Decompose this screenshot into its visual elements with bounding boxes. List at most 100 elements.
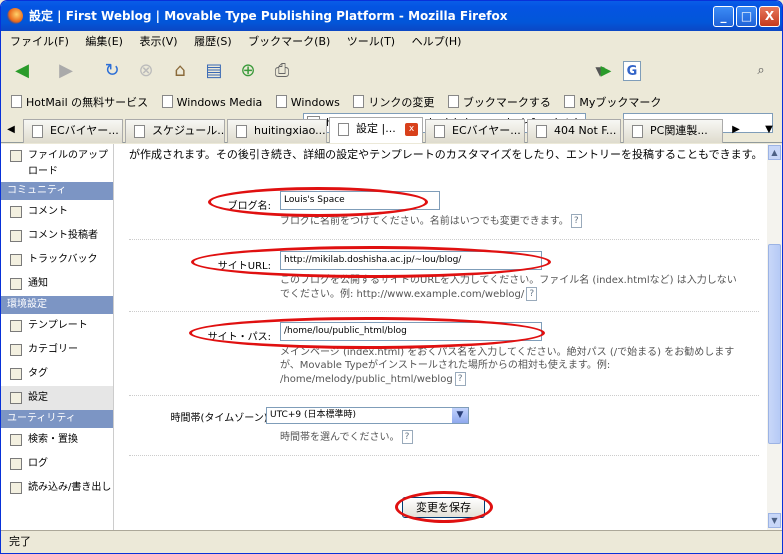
trackback-icon <box>10 254 22 266</box>
sidebar-section-utility: ユーティリティ <box>1 410 113 428</box>
search-engine-icon[interactable]: G <box>623 61 641 81</box>
page-icon <box>161 95 173 108</box>
reload-icon[interactable]: ↻ <box>99 58 125 84</box>
back-icon[interactable]: ◀ <box>9 58 35 84</box>
notify-icon <box>10 278 22 290</box>
bookmarks-toolbar: HotMail の無料サービス Windows Media Windows リン… <box>1 91 782 115</box>
help-icon[interactable]: ? <box>570 214 582 228</box>
status-text: 完了 <box>9 535 31 548</box>
upload-icon <box>10 150 22 162</box>
tag-icon <box>10 368 22 380</box>
tab[interactable]: 404 Not F... <box>527 119 621 143</box>
sidebar-item-search-replace[interactable]: 検索・置換 <box>1 428 113 452</box>
new-tab-icon[interactable]: ⊕ <box>235 58 261 84</box>
page-content: ファイルのアップロード コミュニティ コメント コメント投稿者 トラックバック … <box>1 144 767 530</box>
timezone-select[interactable]: UTC+9 (日本標準時) ▼ <box>266 407 469 424</box>
log-icon <box>10 458 22 470</box>
menu-tools[interactable]: ツール(T) <box>347 35 395 48</box>
ec-icon <box>434 125 445 138</box>
gmail-icon <box>236 125 247 138</box>
template-icon <box>10 320 22 332</box>
home-icon[interactable]: ⌂ <box>167 58 193 84</box>
sidebar-item-import-export[interactable]: 読み込み/書き出し <box>1 476 113 514</box>
close-button[interactable]: X <box>759 6 780 27</box>
scroll-thumb[interactable] <box>768 244 781 444</box>
comment-icon <box>10 206 22 218</box>
tab[interactable]: PC関連製... <box>623 119 723 143</box>
page-icon <box>632 125 643 138</box>
tab[interactable]: ECバイヤー... <box>425 119 525 143</box>
menu-view[interactable]: 表示(V) <box>139 35 177 48</box>
page-icon <box>134 125 145 138</box>
help-icon[interactable]: ? <box>401 430 413 444</box>
tab[interactable]: huitingxiao... <box>227 119 327 143</box>
stop-icon[interactable]: ⊗ <box>133 58 159 84</box>
scroll-tabs-left-icon[interactable]: ◀ <box>3 117 19 143</box>
bookmark-item[interactable]: リンクの変更 <box>353 91 434 115</box>
menu-file[interactable]: ファイル(F) <box>10 35 69 48</box>
bookmark-item[interactable]: Windows Media <box>161 91 262 115</box>
menu-history[interactable]: 履歴(S) <box>194 35 232 48</box>
page-icon <box>536 125 547 138</box>
help-icon[interactable]: ? <box>454 372 466 386</box>
scroll-down-icon[interactable]: ▼ <box>768 513 781 528</box>
go-icon[interactable]: ▶ <box>593 58 619 84</box>
bookmark-item[interactable]: Myブックマーク <box>564 91 661 115</box>
sidebar-item-templates[interactable]: テンプレート <box>1 314 113 338</box>
main-panel: が作成されます。その後引き続き、詳細の設定やテンプレートのカスタマイズをしたり、… <box>115 144 767 530</box>
forward-icon[interactable]: ▶ <box>53 58 79 84</box>
sidebar-item-notifications[interactable]: 通知 <box>1 272 113 296</box>
menu-bookmarks[interactable]: ブックマーク(B) <box>248 35 330 48</box>
title-bar: 設定 | First Weblog | Movable Type Publish… <box>1 1 782 31</box>
commenter-icon <box>10 230 22 242</box>
intro-text: が作成されます。その後引き続き、詳細の設定やテンプレートのカスタマイズをしたり、… <box>129 148 763 161</box>
minimize-button[interactable]: _ <box>713 6 734 27</box>
print-icon[interactable]: ⎙ <box>269 58 295 84</box>
import-export-icon <box>10 482 22 494</box>
tab-bar: ◀ ECバイヤー... スケジュール... huitingxiao... 設定 … <box>1 117 782 143</box>
ec-icon <box>32 125 43 138</box>
browser-window: 設定 | First Weblog | Movable Type Publish… <box>0 0 783 554</box>
red-highlight-oval <box>395 491 493 523</box>
site-path-hint: メインページ (index.html) をおくパス名を入力してください。絶対パス… <box>280 347 735 386</box>
page-icon <box>353 95 365 108</box>
page-icon <box>275 95 287 108</box>
timezone-label: 時間帯(タイムゾーン): <box>170 413 271 424</box>
sidebar-item-upload[interactable]: ファイルのアップロード <box>1 144 113 182</box>
bookmarks-icon[interactable]: ▤ <box>201 58 227 84</box>
bookmark-item[interactable]: Windows <box>275 91 340 115</box>
sidebar-item-comments[interactable]: コメント <box>1 200 113 224</box>
settings-icon <box>10 392 22 404</box>
status-bar: 完了 <box>1 530 782 553</box>
menu-help[interactable]: ヘルプ(H) <box>412 35 462 48</box>
tab-active[interactable]: 設定 |... x <box>329 117 423 143</box>
sidebar-item-settings[interactable]: 設定 <box>1 386 113 410</box>
menu-edit[interactable]: 編集(E) <box>85 35 123 48</box>
maximize-button[interactable]: □ <box>736 6 757 27</box>
red-highlight-oval <box>189 317 545 349</box>
sidebar-item-tags[interactable]: タグ <box>1 362 113 386</box>
bookmark-item[interactable]: HotMail の無料サービス <box>11 91 148 115</box>
timezone-hint: 時間帯を選んでください。? <box>280 430 413 444</box>
site-url-hint: このブログを公開するサイトのURLを入力してください。ファイル名 (index.… <box>280 275 737 301</box>
scroll-up-icon[interactable]: ▲ <box>768 145 781 160</box>
page-icon <box>447 95 459 108</box>
list-all-tabs-icon[interactable]: ▼ <box>759 117 779 143</box>
sidebar-item-categories[interactable]: カテゴリー <box>1 338 113 362</box>
sidebar-section-community: コミュニティ <box>1 182 113 200</box>
sidebar-item-commenters[interactable]: コメント投稿者 <box>1 224 113 248</box>
vertical-scrollbar[interactable]: ▲ ▼ <box>767 144 782 530</box>
help-icon[interactable]: ? <box>526 287 538 301</box>
bookmark-item[interactable]: ブックマークする <box>447 91 551 115</box>
sidebar-item-log[interactable]: ログ <box>1 452 113 476</box>
tab[interactable]: スケジュール... <box>125 119 225 143</box>
sidebar-item-trackbacks[interactable]: トラックバック <box>1 248 113 272</box>
tab[interactable]: ECバイヤー... <box>23 119 123 143</box>
window-title: 設定 | First Weblog | Movable Type Publish… <box>29 9 508 23</box>
red-highlight-oval <box>208 187 428 217</box>
scroll-tabs-right-icon[interactable]: ▶ <box>725 117 747 143</box>
close-tab-icon[interactable]: x <box>405 123 418 136</box>
chevron-down-icon: ▼ <box>452 408 468 423</box>
search-icon[interactable]: ⌕ <box>751 61 771 81</box>
blog-name-row: ブログ名: Louis's Space ブログに名前をつけてください。名前はいつ… <box>129 180 759 240</box>
